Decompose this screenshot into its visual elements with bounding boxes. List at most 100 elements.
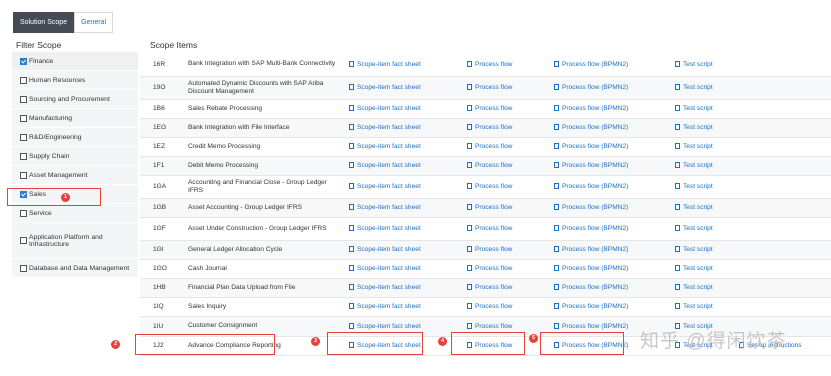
scope-item-id: 1GA: [140, 175, 188, 199]
bpmn-link[interactable]: Process flow (BPMN2): [554, 204, 628, 211]
process-flow-link[interactable]: Process flow: [467, 265, 512, 272]
scope-item-id: 1GB: [140, 198, 188, 218]
process-flow-link[interactable]: Process flow: [467, 105, 512, 112]
process-flow-link[interactable]: Process flow: [467, 124, 512, 131]
document-icon: [554, 303, 559, 309]
test-script-link[interactable]: Test script: [675, 183, 713, 190]
test-script-link[interactable]: Test script: [675, 124, 713, 131]
filter-item[interactable]: Supply Chain: [12, 147, 138, 166]
process-flow-link[interactable]: Process flow: [467, 322, 512, 330]
fact-sheet-link[interactable]: Scope-item fact sheet: [349, 143, 421, 150]
bpmn-link[interactable]: Process flow (BPMN2): [554, 303, 628, 310]
bpmn-link[interactable]: Process flow (BPMN2): [554, 60, 628, 68]
fact-sheet-link[interactable]: Scope-item fact sheet: [349, 225, 421, 232]
test-script-link[interactable]: Test script: [675, 284, 713, 291]
filter-checkbox[interactable]: [20, 237, 27, 244]
bpmn-link[interactable]: Process flow (BPMN2): [554, 246, 628, 253]
fact-sheet-link[interactable]: Scope-item fact sheet: [349, 105, 421, 112]
filter-checkbox[interactable]: [20, 152, 27, 160]
fact-sheet-link[interactable]: Scope-item fact sheet: [349, 204, 421, 211]
document-icon: [675, 105, 680, 111]
fact-sheet-link[interactable]: Scope-item fact sheet: [349, 84, 421, 91]
process-flow-link[interactable]: Process flow: [467, 204, 512, 211]
bpmn-link[interactable]: Process flow (BPMN2): [554, 284, 628, 291]
tab-solution-scope[interactable]: Solution Scope: [13, 12, 75, 33]
filter-item[interactable]: Database and Data Management: [12, 259, 138, 278]
test-script-link[interactable]: Test script: [675, 143, 713, 150]
filter-item[interactable]: Sourcing and Procurement: [12, 90, 138, 109]
document-icon: [554, 60, 559, 67]
filter-item[interactable]: Manufacturing: [12, 109, 138, 128]
fact-sheet-link[interactable]: Scope-item fact sheet: [349, 303, 421, 310]
process-flow-link[interactable]: Process flow: [467, 143, 512, 150]
fact-sheet-link[interactable]: Scope-item fact sheet: [349, 322, 421, 330]
process-flow-link[interactable]: Process flow: [467, 183, 512, 190]
process-flow-link[interactable]: Process flow: [467, 60, 513, 68]
link-label: Process flow: [475, 143, 513, 150]
document-icon: [675, 284, 680, 290]
process-flow-link[interactable]: Process flow: [467, 246, 512, 253]
test-script-link[interactable]: Test script: [675, 265, 713, 272]
link-label: Process flow: [475, 284, 513, 291]
tab-general[interactable]: General: [74, 12, 113, 33]
test-script-link[interactable]: Test script: [675, 204, 713, 211]
fact-sheet-link[interactable]: Scope-item fact sheet: [349, 246, 421, 253]
bpmn-link[interactable]: Process flow (BPMN2): [554, 162, 628, 169]
process-flow-link[interactable]: Process flow: [467, 284, 512, 291]
test-script-link[interactable]: Test script: [675, 60, 713, 68]
bpmn-link[interactable]: Process flow (BPMN2): [554, 322, 628, 330]
process-flow-link[interactable]: Process flow: [467, 225, 512, 232]
table-row: 1B6 Sales Rebate Processing Scope-item fac…: [140, 99, 831, 119]
link-label: Process flow: [475, 265, 513, 272]
filter-scope-list: Finance Human Resources Sourcing and Procu…: [12, 52, 138, 278]
process-flow-link[interactable]: Process flow: [467, 162, 512, 169]
fact-sheet-link[interactable]: Scope-item fact sheet: [349, 60, 421, 68]
filter-checkbox[interactable]: [20, 57, 27, 65]
annotation-badge-1: 1: [61, 193, 70, 202]
bpmn-link[interactable]: Process flow (BPMN2): [554, 265, 628, 272]
fact-sheet-link[interactable]: Scope-item fact sheet: [349, 183, 421, 190]
filter-item[interactable]: Application Platform and Infrastructure: [12, 223, 138, 259]
filter-checkbox[interactable]: [20, 171, 27, 179]
process-flow-link[interactable]: Process flow: [467, 84, 512, 91]
filter-item[interactable]: R&D/Engineering: [12, 128, 138, 147]
filter-checkbox[interactable]: [20, 95, 27, 103]
bpmn-link[interactable]: Process flow (BPMN2): [554, 225, 628, 232]
test-script-link[interactable]: Test script: [675, 84, 713, 91]
filter-item[interactable]: Finance: [12, 52, 138, 71]
bpmn-link[interactable]: Process flow (BPMN2): [554, 105, 628, 112]
filter-checkbox[interactable]: [20, 114, 27, 122]
link-label: Process flow (BPMN2): [562, 225, 629, 232]
document-icon: [349, 322, 354, 329]
document-icon: [554, 265, 559, 271]
filter-item-label: Asset Management: [29, 171, 88, 179]
bpmn-link[interactable]: Process flow (BPMN2): [554, 124, 628, 131]
filter-checkbox[interactable]: [20, 264, 27, 272]
link-label: Process flow: [475, 105, 513, 112]
test-script-link[interactable]: Test script: [675, 246, 713, 253]
filter-checkbox[interactable]: [20, 133, 27, 141]
process-flow-link[interactable]: Process flow: [467, 303, 512, 310]
bpmn-link[interactable]: Process flow (BPMN2): [554, 143, 628, 150]
test-script-link[interactable]: Test script: [675, 303, 713, 310]
bpmn-link[interactable]: Process flow (BPMN2): [554, 183, 628, 190]
link-label: Scope-item fact sheet: [357, 143, 421, 150]
filter-item[interactable]: Human Resources: [12, 71, 138, 90]
bpmn-link[interactable]: Process flow (BPMN2): [554, 84, 628, 91]
document-icon: [675, 303, 680, 309]
document-icon: [554, 84, 559, 90]
fact-sheet-link[interactable]: Scope-item fact sheet: [349, 284, 421, 291]
document-icon: [349, 225, 354, 231]
scope-items-table: 16R Bank Integration with SAP Multi-Bank …: [140, 53, 831, 356]
filter-checkbox[interactable]: [20, 76, 27, 84]
filter-item[interactable]: Asset Management: [12, 166, 138, 185]
fact-sheet-link[interactable]: Scope-item fact sheet: [349, 162, 421, 169]
filter-checkbox[interactable]: [20, 209, 27, 217]
link-label: Process flow: [475, 60, 513, 68]
fact-sheet-link[interactable]: Scope-item fact sheet: [349, 124, 421, 131]
test-script-link[interactable]: Test script: [675, 225, 713, 232]
fact-sheet-link[interactable]: Scope-item fact sheet: [349, 265, 421, 272]
filter-item[interactable]: Service: [12, 204, 138, 223]
test-script-link[interactable]: Test script: [675, 162, 713, 169]
test-script-link[interactable]: Test script: [675, 105, 713, 112]
